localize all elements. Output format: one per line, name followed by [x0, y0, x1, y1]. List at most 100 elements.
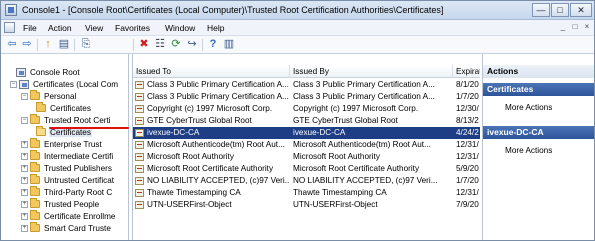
tree-node-trusted-root[interactable]: − Trusted Root Certi	[21, 114, 112, 126]
help-icon[interactable]: ?	[206, 38, 220, 51]
cell-expiration: 12/31/	[456, 188, 479, 197]
close-button[interactable]: ✕	[570, 3, 592, 17]
collapse-icon[interactable]: −	[10, 80, 17, 88]
table-row[interactable]: Thawte Timestamping CA Thawte Timestampin…	[133, 187, 480, 199]
table-row[interactable]: NO LIABILITY ACCEPTED, (c)97 Veri... NO L…	[133, 175, 480, 187]
certificate-icon	[135, 165, 144, 173]
folder-open-icon	[36, 126, 46, 136]
certificate-icon	[135, 93, 144, 101]
certificate-icon	[135, 117, 144, 125]
cell-issued-to: GTE CyberTrust Global Root	[147, 116, 252, 125]
mmc-app-icon[interactable]	[5, 4, 17, 16]
tree-node-personal-certificates[interactable]: Certificates	[36, 102, 92, 114]
tree-node-untrusted[interactable]: + Untrusted Certificat	[21, 174, 115, 186]
tree-node-label: Trusted Publishers	[44, 163, 112, 173]
certificate-icon	[135, 201, 144, 209]
export-icon[interactable]: ↪	[185, 38, 199, 51]
mdi-minimize-button[interactable]: _	[558, 22, 568, 32]
table-row[interactable]: Class 3 Public Primary Certification A..…	[133, 91, 480, 103]
expand-icon[interactable]: +	[21, 176, 28, 184]
tree-node-trusted-publishers[interactable]: + Trusted Publishers	[21, 162, 113, 174]
table-row[interactable]: Microsoft Authenticode(tm) Root Aut... Mi…	[133, 139, 480, 151]
expand-icon[interactable]: +	[21, 188, 28, 196]
toolbar-separator	[202, 39, 203, 51]
expand-icon[interactable]: +	[21, 212, 28, 220]
more-actions-certificates[interactable]: More Actions	[505, 103, 552, 112]
table-row[interactable]: Copyright (c) 1997 Microsoft Corp. Copyri…	[133, 103, 480, 115]
tree-node-smart-card[interactable]: + Smart Card Truste	[21, 222, 112, 234]
tree-node-certificates-local-computer[interactable]: − Certificates (Local Com	[10, 78, 119, 90]
tree-node-intermediate[interactable]: + Intermediate Certifi	[21, 150, 114, 162]
certificate-icon	[135, 189, 144, 197]
minimize-button[interactable]: —	[532, 3, 550, 17]
expand-icon[interactable]: +	[21, 224, 28, 232]
delete-icon[interactable]: ✖	[137, 38, 151, 51]
maximize-button[interactable]: □	[551, 3, 569, 17]
cell-issued-by: Thawte Timestamping CA	[293, 188, 387, 197]
table-row[interactable]: Microsoft Root Authority Microsoft Root A…	[133, 151, 480, 163]
table-row[interactable]: Microsoft Root Certificate Authority Micr…	[133, 163, 480, 175]
console-tree[interactable]: Console Root − Certificates (Local Com −…	[1, 54, 129, 240]
menu-action[interactable]: Action	[48, 23, 72, 33]
menu-file[interactable]: File	[23, 23, 37, 33]
certificate-icon	[135, 81, 144, 89]
console-menu-icon[interactable]	[4, 22, 15, 33]
up-folder-icon[interactable]: ↑	[41, 38, 55, 51]
tree-node-trusted-people[interactable]: + Trusted People	[21, 198, 100, 210]
column-expiration[interactable]: Expirat	[453, 65, 480, 78]
cell-issued-by: Microsoft Root Certificate Authority	[293, 164, 420, 173]
tree-node-third-party-root[interactable]: + Third-Party Root C	[21, 186, 113, 198]
expand-icon[interactable]: +	[21, 200, 28, 208]
table-row[interactable]: ivexue-DC-CA ivexue-DC-CA 4/24/2	[133, 127, 480, 139]
annotation-underline	[49, 127, 129, 129]
mdi-restore-button[interactable]: □	[570, 22, 580, 32]
menu-view[interactable]: View	[85, 23, 103, 33]
table-row[interactable]: UTN-USERFirst-Object UTN-USERFirst-Object…	[133, 199, 480, 211]
folder-icon	[36, 102, 46, 112]
show-hide-action-pane-icon[interactable]: ▥	[222, 38, 236, 51]
tree-node-label: Certificate Enrollme	[44, 211, 116, 221]
column-issued-to[interactable]: Issued To	[133, 65, 290, 78]
properties-icon[interactable]: ☷	[153, 38, 167, 51]
cell-expiration: 12/31/	[456, 152, 479, 161]
mdi-close-button[interactable]: ×	[582, 22, 592, 32]
folder-icon	[30, 138, 40, 148]
collapse-icon[interactable]: −	[21, 116, 28, 124]
show-hide-tree-icon[interactable]: ▤	[57, 38, 71, 51]
tree-node-enterprise-trust[interactable]: + Enterprise Trust	[21, 138, 103, 150]
actions-pane: Actions Certificates More Actions ivexue…	[482, 54, 594, 240]
back-icon[interactable]: ⇦	[5, 38, 19, 51]
certificate-icon	[135, 129, 144, 137]
copy-icon[interactable]: ⎘	[79, 38, 93, 51]
forward-icon[interactable]: ⇨	[20, 38, 34, 51]
refresh-icon[interactable]: ⟳	[169, 38, 183, 51]
tree-node-personal[interactable]: − Personal	[21, 90, 77, 102]
tree-node-label: Intermediate Certifi	[44, 151, 114, 161]
cell-issued-by: Class 3 Public Primary Certification A..…	[293, 80, 435, 89]
more-actions-ivexue-dc-ca[interactable]: More Actions	[505, 146, 552, 155]
column-issued-by[interactable]: Issued By	[290, 65, 453, 78]
menu-help[interactable]: Help	[207, 23, 224, 33]
cell-expiration: 1/7/20	[456, 92, 479, 101]
collapse-icon[interactable]: −	[21, 92, 28, 100]
cell-issued-by: UTN-USERFirst-Object	[293, 200, 378, 209]
folder-icon	[30, 162, 40, 172]
cell-issued-by: GTE CyberTrust Global Root	[293, 116, 398, 125]
certificate-list[interactable]: Issued To Issued By Expirat Class 3 Publ…	[132, 54, 480, 240]
tree-node-console-root[interactable]: Console Root	[7, 66, 81, 78]
table-row[interactable]: GTE CyberTrust Global Root GTE CyberTrust…	[133, 115, 480, 127]
expand-icon[interactable]: +	[21, 164, 28, 172]
expand-icon[interactable]: +	[21, 140, 28, 148]
menu-window[interactable]: Window	[165, 23, 195, 33]
title-bar: Console1 - [Console Root\Certificates (L…	[1, 1, 594, 20]
tree-node-label: Trusted People	[44, 199, 100, 209]
actions-section-ivexue-dc-ca[interactable]: ivexue-DC-CA	[483, 126, 594, 139]
tree-node-certificate-enrollment[interactable]: + Certificate Enrollme	[21, 210, 116, 222]
expand-icon[interactable]: +	[21, 152, 28, 160]
actions-section-certificates[interactable]: Certificates	[483, 83, 594, 96]
cell-expiration: 12/31/	[456, 140, 479, 149]
menu-favorites[interactable]: Favorites	[115, 23, 150, 33]
cell-issued-by: Class 3 Public Primary Certification A..…	[293, 92, 435, 101]
table-row[interactable]: Class 3 Public Primary Certification A..…	[133, 79, 480, 91]
cell-expiration: 4/24/2	[456, 128, 479, 137]
